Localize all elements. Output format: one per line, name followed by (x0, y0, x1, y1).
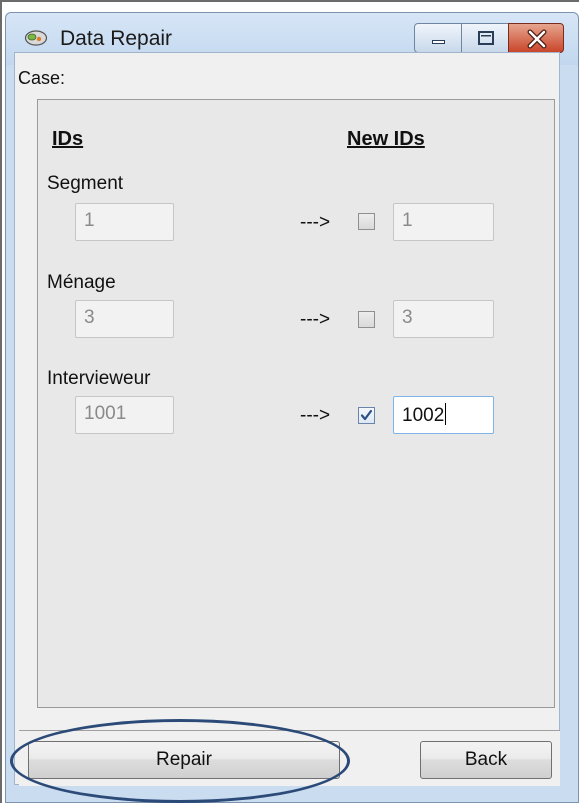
menage-label: Ménage (47, 272, 116, 293)
maximize-icon (478, 31, 494, 45)
new-ids-header: New IDs (347, 128, 425, 150)
segment-id-field: 1 (75, 203, 174, 241)
back-button[interactable]: Back (420, 741, 552, 779)
close-button[interactable] (508, 23, 564, 53)
intervieweur-label: Intervieweur (47, 368, 151, 389)
menage-new-id-field[interactable]: 3 (393, 300, 494, 338)
app-icon (24, 30, 48, 46)
segment-new-checkbox[interactable] (358, 213, 375, 230)
intervieweur-id-field: 1001 (75, 396, 174, 434)
minimize-icon (432, 40, 445, 44)
window-controls (414, 23, 564, 53)
menage-new-checkbox[interactable] (358, 311, 375, 328)
menage-id-field: 3 (75, 300, 174, 338)
window-title: Data Repair (60, 27, 173, 50)
close-icon (527, 29, 547, 49)
segment-new-id-field[interactable]: 1 (393, 203, 494, 241)
intervieweur-arrow: ---> (300, 405, 331, 426)
menage-arrow: ---> (300, 309, 331, 330)
segment-arrow: ---> (300, 212, 331, 233)
intervieweur-new-checkbox[interactable] (358, 407, 375, 424)
minimize-button[interactable] (414, 23, 462, 53)
text-caret (445, 403, 447, 425)
repair-button[interactable]: Repair (28, 741, 340, 779)
checkmark-icon (360, 409, 373, 421)
ids-header: IDs (52, 128, 84, 150)
maximize-button[interactable] (461, 23, 509, 53)
case-label: Case: (18, 68, 66, 88)
intervieweur-new-id-input[interactable]: 1002 (393, 396, 494, 434)
segment-label: Segment (47, 173, 124, 194)
intervieweur-new-id-value: 1002 (402, 405, 445, 426)
